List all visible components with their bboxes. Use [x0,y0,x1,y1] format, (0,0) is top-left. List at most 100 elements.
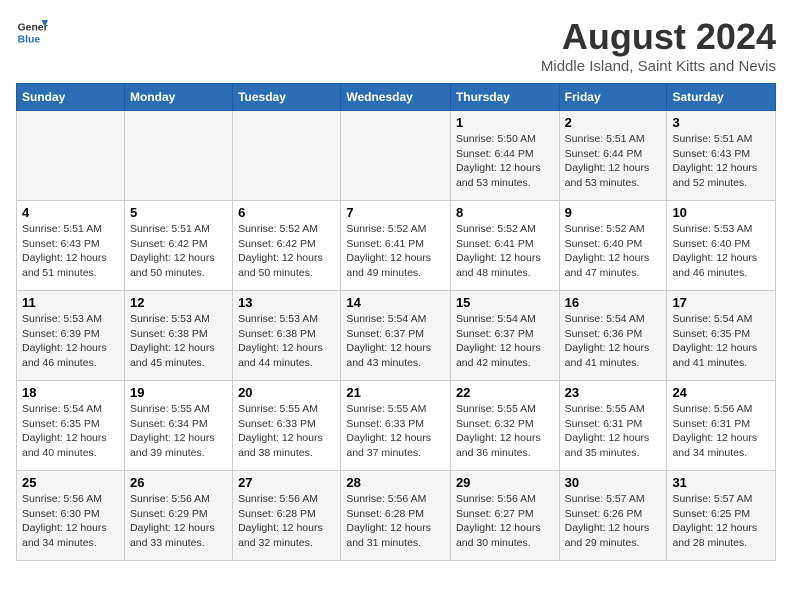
calendar-cell: 20Sunrise: 5:55 AM Sunset: 6:33 PM Dayli… [233,381,341,471]
day-number: 25 [22,475,119,490]
page-header: General Blue August 2024 Middle Island, … [16,16,776,75]
calendar-cell: 28Sunrise: 5:56 AM Sunset: 6:28 PM Dayli… [341,471,451,561]
weekday-tuesday: Tuesday [233,84,341,111]
calendar-cell: 30Sunrise: 5:57 AM Sunset: 6:26 PM Dayli… [559,471,667,561]
day-number: 23 [565,385,662,400]
calendar-cell: 12 Sunrise: 5:53 AM Sunset: 6:38 PM Dayli… [124,291,232,381]
week-row-4: 18 Sunrise: 5:54 AM Sunset: 6:35 PM Dayli… [17,381,776,471]
calendar-cell [17,111,125,201]
calendar-cell: 1 Sunrise: 5:50 AM Sunset: 6:44 PM Daylig… [450,111,559,201]
day-number: 5 [130,205,227,220]
svg-text:Blue: Blue [18,34,41,45]
calendar-body: 1 Sunrise: 5:50 AM Sunset: 6:44 PM Daylig… [17,111,776,561]
day-number: 11 [22,295,119,310]
calendar-cell: 17 Sunrise: 5:54 AM Sunset: 6:35 PM Dayli… [667,291,776,381]
day-info: Sunrise: 5:57 AM Sunset: 6:26 PM Dayligh… [565,492,662,551]
day-number: 10 [672,205,770,220]
calendar-cell: 18 Sunrise: 5:54 AM Sunset: 6:35 PM Dayli… [17,381,125,471]
calendar-cell: 6Sunrise: 5:52 AM Sunset: 6:42 PM Daylig… [233,201,341,291]
day-number: 31 [672,475,770,490]
location: Middle Island, Saint Kitts and Nevis [541,58,776,75]
day-number: 27 [238,475,335,490]
day-info: Sunrise: 5:54 AM Sunset: 6:37 PM Dayligh… [346,312,445,371]
month-year: August 2024 [541,16,776,58]
day-number: 12 [130,295,227,310]
logo: General Blue [16,16,48,48]
weekday-monday: Monday [124,84,232,111]
calendar-cell [124,111,232,201]
week-row-5: 25 Sunrise: 5:56 AM Sunset: 6:30 PM Dayli… [17,471,776,561]
day-info: Sunrise: 5:56 AM Sunset: 6:27 PM Dayligh… [456,492,554,551]
calendar-cell: 22 Sunrise: 5:55 AM Sunset: 6:32 PM Dayli… [450,381,559,471]
calendar-cell: 4 Sunrise: 5:51 AM Sunset: 6:43 PM Daylig… [17,201,125,291]
day-info: Sunrise: 5:55 AM Sunset: 6:33 PM Dayligh… [346,402,445,461]
day-number: 26 [130,475,227,490]
day-info: Sunrise: 5:54 AM Sunset: 6:35 PM Dayligh… [672,312,770,371]
day-number: 21 [346,385,445,400]
calendar-cell: 8Sunrise: 5:52 AM Sunset: 6:41 PM Daylig… [450,201,559,291]
calendar-cell: 10 Sunrise: 5:53 AM Sunset: 6:40 PM Dayli… [667,201,776,291]
day-number: 4 [22,205,119,220]
calendar-cell [341,111,451,201]
weekday-saturday: Saturday [667,84,776,111]
day-info: Sunrise: 5:53 AM Sunset: 6:38 PM Dayligh… [130,312,227,371]
weekday-thursday: Thursday [450,84,559,111]
day-info: Sunrise: 5:53 AM Sunset: 6:38 PM Dayligh… [238,312,335,371]
day-info: Sunrise: 5:54 AM Sunset: 6:37 PM Dayligh… [456,312,554,371]
day-info: Sunrise: 5:51 AM Sunset: 6:43 PM Dayligh… [22,222,119,281]
day-info: Sunrise: 5:52 AM Sunset: 6:42 PM Dayligh… [238,222,335,281]
day-info: Sunrise: 5:56 AM Sunset: 6:28 PM Dayligh… [346,492,445,551]
calendar-cell: 26 Sunrise: 5:56 AM Sunset: 6:29 PM Dayli… [124,471,232,561]
calendar-cell: 31 Sunrise: 5:57 AM Sunset: 6:25 PM Dayli… [667,471,776,561]
day-number: 15 [456,295,554,310]
day-number: 3 [672,115,770,130]
calendar-cell: 21 Sunrise: 5:55 AM Sunset: 6:33 PM Dayli… [341,381,451,471]
calendar-cell: 7Sunrise: 5:52 AM Sunset: 6:41 PM Daylig… [341,201,451,291]
day-number: 8 [456,205,554,220]
day-info: Sunrise: 5:50 AM Sunset: 6:44 PM Dayligh… [456,132,554,191]
weekday-friday: Friday [559,84,667,111]
day-number: 13 [238,295,335,310]
day-number: 18 [22,385,119,400]
calendar-cell: 29 Sunrise: 5:56 AM Sunset: 6:27 PM Dayli… [450,471,559,561]
day-info: Sunrise: 5:51 AM Sunset: 6:44 PM Dayligh… [565,132,662,191]
day-number: 17 [672,295,770,310]
day-info: Sunrise: 5:52 AM Sunset: 6:40 PM Dayligh… [565,222,662,281]
calendar-table: SundayMondayTuesdayWednesdayThursdayFrid… [16,83,776,561]
calendar-cell: 11 Sunrise: 5:53 AM Sunset: 6:39 PM Dayli… [17,291,125,381]
day-info: Sunrise: 5:55 AM Sunset: 6:32 PM Dayligh… [456,402,554,461]
calendar-cell: 24 Sunrise: 5:56 AM Sunset: 6:31 PM Dayli… [667,381,776,471]
day-info: Sunrise: 5:57 AM Sunset: 6:25 PM Dayligh… [672,492,770,551]
calendar-cell [233,111,341,201]
day-info: Sunrise: 5:53 AM Sunset: 6:39 PM Dayligh… [22,312,119,371]
calendar-cell: 9 Sunrise: 5:52 AM Sunset: 6:40 PM Daylig… [559,201,667,291]
weekday-sunday: Sunday [17,84,125,111]
day-number: 9 [565,205,662,220]
day-info: Sunrise: 5:55 AM Sunset: 6:33 PM Dayligh… [238,402,335,461]
calendar-cell: 5 Sunrise: 5:51 AM Sunset: 6:42 PM Daylig… [124,201,232,291]
day-number: 24 [672,385,770,400]
calendar-cell: 16Sunrise: 5:54 AM Sunset: 6:36 PM Dayli… [559,291,667,381]
day-info: Sunrise: 5:51 AM Sunset: 6:43 PM Dayligh… [672,132,770,191]
day-info: Sunrise: 5:56 AM Sunset: 6:31 PM Dayligh… [672,402,770,461]
day-number: 22 [456,385,554,400]
weekday-header-row: SundayMondayTuesdayWednesdayThursdayFrid… [17,84,776,111]
day-info: Sunrise: 5:55 AM Sunset: 6:34 PM Dayligh… [130,402,227,461]
day-info: Sunrise: 5:56 AM Sunset: 6:30 PM Dayligh… [22,492,119,551]
calendar-cell: 25 Sunrise: 5:56 AM Sunset: 6:30 PM Dayli… [17,471,125,561]
day-info: Sunrise: 5:54 AM Sunset: 6:35 PM Dayligh… [22,402,119,461]
calendar-cell: 14 Sunrise: 5:54 AM Sunset: 6:37 PM Dayli… [341,291,451,381]
day-info: Sunrise: 5:56 AM Sunset: 6:29 PM Dayligh… [130,492,227,551]
calendar-cell: 19Sunrise: 5:55 AM Sunset: 6:34 PM Dayli… [124,381,232,471]
logo-icon: General Blue [16,16,48,48]
title-block: August 2024 Middle Island, Saint Kitts a… [541,16,776,75]
day-info: Sunrise: 5:51 AM Sunset: 6:42 PM Dayligh… [130,222,227,281]
day-number: 29 [456,475,554,490]
calendar-cell: 13 Sunrise: 5:53 AM Sunset: 6:38 PM Dayli… [233,291,341,381]
week-row-1: 1 Sunrise: 5:50 AM Sunset: 6:44 PM Daylig… [17,111,776,201]
calendar-cell: 27Sunrise: 5:56 AM Sunset: 6:28 PM Dayli… [233,471,341,561]
day-number: 14 [346,295,445,310]
calendar-cell: 23Sunrise: 5:55 AM Sunset: 6:31 PM Dayli… [559,381,667,471]
day-number: 1 [456,115,554,130]
day-info: Sunrise: 5:53 AM Sunset: 6:40 PM Dayligh… [672,222,770,281]
